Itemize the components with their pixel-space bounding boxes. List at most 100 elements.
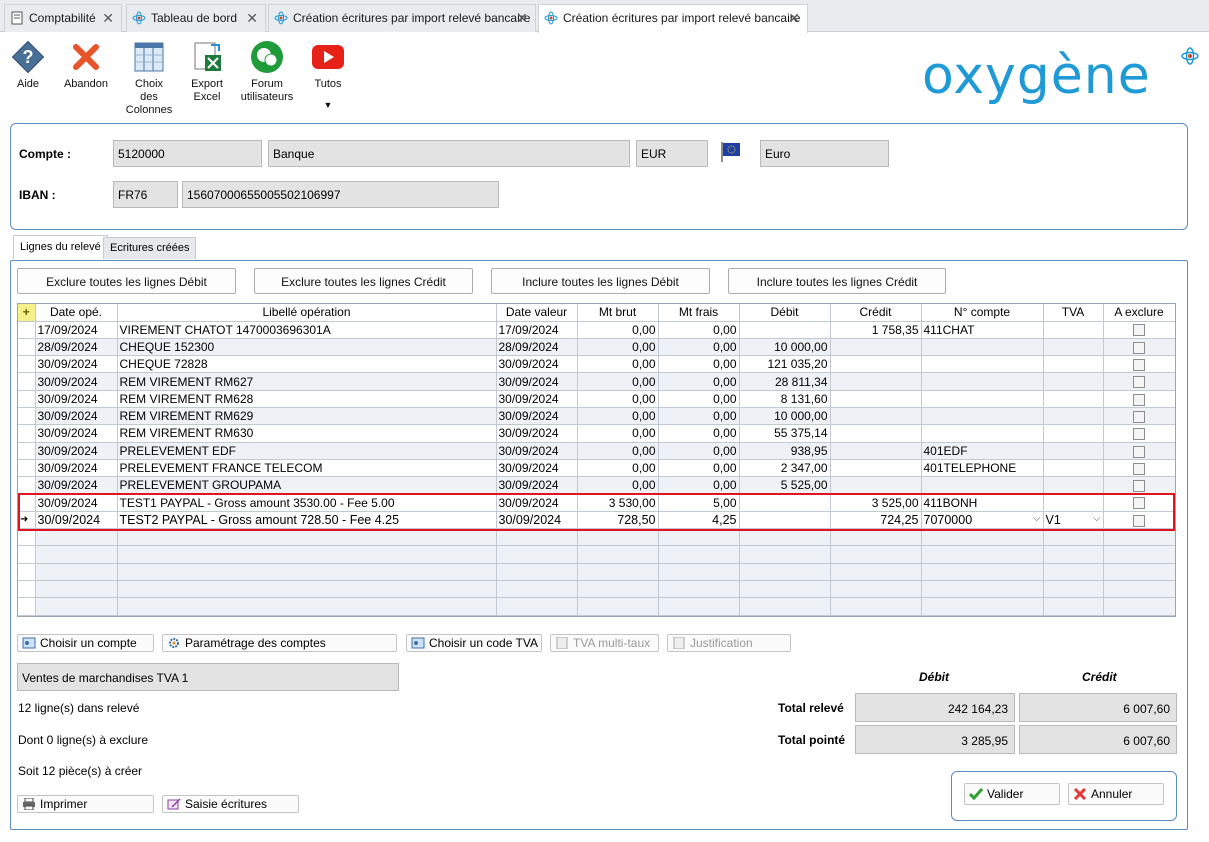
row-header[interactable] bbox=[18, 390, 36, 408]
grid-cell[interactable] bbox=[1043, 476, 1104, 495]
grid-cell[interactable]: 0,00 bbox=[658, 372, 740, 391]
exclude-checkbox[interactable] bbox=[1133, 497, 1145, 510]
grid-cell[interactable]: 30/09/2024 bbox=[496, 390, 578, 408]
grid-cell[interactable] bbox=[830, 390, 922, 408]
grid-cell[interactable]: 28 811,34 bbox=[739, 372, 831, 391]
row-header[interactable] bbox=[18, 321, 36, 339]
parametrage-comptes-button[interactable]: Paramétrage des comptes bbox=[162, 634, 397, 652]
grid-cell[interactable]: 30/09/2024 bbox=[496, 424, 578, 443]
grid-cell[interactable]: 728,50 bbox=[577, 511, 659, 530]
grid-cell[interactable]: 938,95 bbox=[739, 442, 831, 460]
grid-cell[interactable]: 401TELEPHONE bbox=[921, 459, 1044, 478]
grid-cell[interactable]: REM VIREMENT RM628 bbox=[117, 390, 497, 408]
exclude-checkbox[interactable] bbox=[1133, 359, 1145, 372]
tab-creation-ecritures-2[interactable]: Création écritures par import relevé ban… bbox=[538, 4, 808, 33]
grid-cell[interactable] bbox=[830, 476, 922, 495]
choisir-compte-button[interactable]: Choisir un compte bbox=[17, 634, 154, 652]
grid-cell[interactable] bbox=[921, 355, 1044, 374]
choix-colonnes-button[interactable]: Choix des Colonnes bbox=[124, 40, 174, 117]
grid-cell[interactable] bbox=[739, 493, 831, 512]
grid-cell[interactable]: 0,00 bbox=[577, 442, 659, 460]
grid-cell[interactable]: 0,00 bbox=[658, 476, 740, 495]
grid-cell[interactable] bbox=[1043, 390, 1104, 408]
grid-cell[interactable] bbox=[921, 372, 1044, 391]
grid-cell[interactable]: 4,25 bbox=[658, 511, 740, 530]
table-row[interactable]: 30/09/2024 REM VIREMENT RM629 30/09/2024 0,… bbox=[18, 407, 1175, 426]
column-header[interactable]: Date valeur bbox=[496, 304, 578, 322]
close-icon[interactable]: ✕ bbox=[516, 10, 528, 27]
grid-cell[interactable]: 55 375,14 bbox=[739, 424, 831, 443]
grid-cell[interactable]: 8 131,60 bbox=[739, 390, 831, 408]
grid-cell[interactable]: 401EDF bbox=[921, 442, 1044, 460]
grid-cell[interactable]: 30/09/2024 bbox=[496, 407, 578, 426]
grid-cell[interactable]: 0,00 bbox=[658, 459, 740, 478]
tva-multi-taux-button[interactable]: TVA multi-taux bbox=[550, 634, 659, 652]
saisie-ecritures-button[interactable]: Saisie écritures bbox=[162, 795, 299, 813]
imprimer-button[interactable]: Imprimer bbox=[17, 795, 154, 813]
grid-cell[interactable]: 0,00 bbox=[577, 338, 659, 357]
tab-tableau-de-bord[interactable]: Tableau de bord ✕ bbox=[126, 4, 266, 32]
grid-cell[interactable] bbox=[739, 511, 831, 530]
column-header[interactable]: Date opé. bbox=[35, 304, 118, 322]
grid-cell[interactable]: 0,00 bbox=[658, 424, 740, 443]
grid-cell[interactable] bbox=[1043, 459, 1104, 478]
column-header[interactable]: N° compte bbox=[921, 304, 1044, 322]
grid-cell[interactable]: 0,00 bbox=[577, 321, 659, 339]
exclude-checkbox[interactable] bbox=[1133, 410, 1145, 423]
grid-cell[interactable]: 3 530,00 bbox=[577, 493, 659, 512]
row-header[interactable] bbox=[18, 459, 36, 478]
grid-cell[interactable]: TEST1 PAYPAL - Gross amount 3530.00 - Fe… bbox=[117, 493, 497, 512]
row-header[interactable] bbox=[18, 476, 36, 495]
exclude-checkbox[interactable] bbox=[1133, 462, 1145, 475]
grid-cell[interactable]: REM VIREMENT RM629 bbox=[117, 407, 497, 426]
grid-cell[interactable] bbox=[1043, 355, 1104, 374]
compte-number-field[interactable]: 5120000 bbox=[113, 140, 262, 167]
grid-cell[interactable]: 30/09/2024 bbox=[35, 424, 118, 443]
table-row[interactable]: 30/09/2024 REM VIREMENT RM627 30/09/2024 0,… bbox=[18, 372, 1175, 391]
grid-cell[interactable]: REM VIREMENT RM630 bbox=[117, 424, 497, 443]
table-row[interactable]: 30/09/2024 CHEQUE 72828 30/09/2024 0,00 0,00… bbox=[18, 355, 1175, 374]
chevron-down-icon[interactable]: ▼ bbox=[308, 99, 348, 112]
column-header[interactable]: Crédit bbox=[830, 304, 922, 322]
column-header[interactable]: A exclure bbox=[1103, 304, 1175, 322]
exclude-checkbox[interactable] bbox=[1133, 428, 1145, 441]
grid-cell[interactable]: 0,00 bbox=[658, 442, 740, 460]
grid-cell[interactable] bbox=[830, 407, 922, 426]
grid-cell[interactable]: 10 000,00 bbox=[739, 338, 831, 357]
chevron-down-icon[interactable]: ⌵ bbox=[1093, 513, 1101, 524]
grid-cell[interactable]: 0,00 bbox=[658, 407, 740, 426]
grid-cell[interactable]: PRELEVEMENT EDF bbox=[117, 442, 497, 460]
exclude-checkbox[interactable] bbox=[1133, 376, 1145, 389]
close-icon[interactable]: ✕ bbox=[246, 10, 258, 27]
tab-comptabilite[interactable]: Comptabilité ✕ bbox=[4, 4, 122, 32]
compte-dropdown[interactable]: ⌵ 7070000 bbox=[921, 511, 1044, 530]
grid-cell[interactable] bbox=[830, 424, 922, 443]
row-header[interactable] bbox=[18, 355, 36, 374]
grid-cell[interactable] bbox=[921, 424, 1044, 443]
grid-cell[interactable]: 30/09/2024 bbox=[496, 476, 578, 495]
grid-cell[interactable] bbox=[1043, 372, 1104, 391]
grid-cell[interactable]: 0,00 bbox=[577, 372, 659, 391]
column-header[interactable]: Libellé opération bbox=[117, 304, 497, 322]
tab-ecritures-creees[interactable]: Ecritures créées bbox=[103, 237, 197, 259]
grid-cell[interactable]: 0,00 bbox=[577, 390, 659, 408]
close-icon[interactable]: ✕ bbox=[788, 10, 800, 27]
grid-cell[interactable]: VIREMENT CHATOT 1470003696301A bbox=[117, 321, 497, 339]
exclude-checkbox[interactable] bbox=[1133, 324, 1145, 337]
grid-cell[interactable]: 17/09/2024 bbox=[496, 321, 578, 339]
grid-cell[interactable]: CHEQUE 152300 bbox=[117, 338, 497, 357]
row-header[interactable] bbox=[18, 372, 36, 391]
grid-cell[interactable]: 30/09/2024 bbox=[35, 442, 118, 460]
grid-cell[interactable]: 28/09/2024 bbox=[496, 338, 578, 357]
grid-cell[interactable]: TEST2 PAYPAL - Gross amount 728.50 - Fee… bbox=[117, 511, 497, 530]
grid-cell[interactable]: 0,00 bbox=[577, 407, 659, 426]
grid-cell[interactable] bbox=[830, 338, 922, 357]
table-row[interactable]: 30/09/2024 PRELEVEMENT FRANCE TELECOM 30/0… bbox=[18, 459, 1175, 478]
exclude-checkbox[interactable] bbox=[1133, 393, 1145, 406]
grid-cell[interactable]: 0,00 bbox=[577, 424, 659, 443]
grid-cell[interactable]: 30/09/2024 bbox=[496, 372, 578, 391]
tab-lignes-releve[interactable]: Lignes du relevé bbox=[13, 235, 108, 259]
export-excel-button[interactable]: Export Excel bbox=[186, 40, 228, 104]
grid-cell[interactable] bbox=[830, 372, 922, 391]
inclure-debit-button[interactable]: Inclure toutes les lignes Débit bbox=[491, 268, 710, 294]
